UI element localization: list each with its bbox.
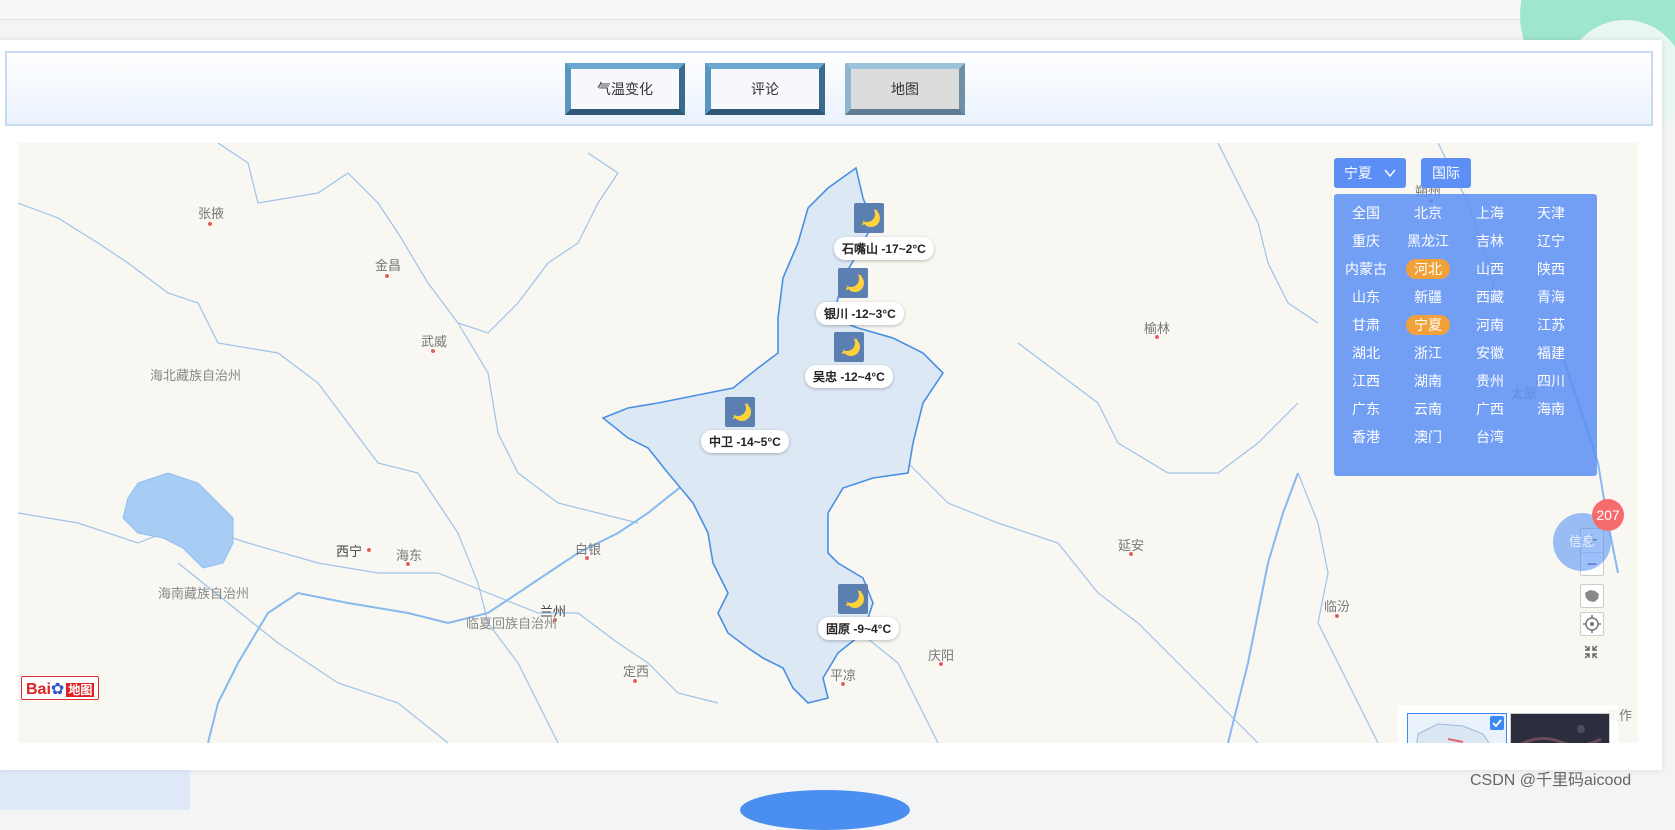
city-label: 临汾	[1324, 599, 1351, 614]
province-option[interactable]: 福建	[1529, 343, 1573, 363]
province-option[interactable]: 北京	[1406, 203, 1450, 223]
city-label: 张掖	[198, 206, 225, 221]
international-button[interactable]: 国际	[1421, 158, 1471, 188]
city-label: 延安	[1118, 538, 1145, 553]
province-option[interactable]: 安徽	[1468, 343, 1512, 363]
city-label: 金昌	[375, 258, 402, 273]
china-map-icon[interactable]	[1580, 584, 1604, 608]
province-option[interactable]: 山西	[1468, 259, 1512, 279]
province-option[interactable]: 黑龙江	[1406, 231, 1450, 251]
province-dropdown-panel: 全国 北京 上海 天津重庆 黑龙江 吉林 辽宁内蒙古 河北 山西 陕西山东 新疆 西藏 青海甘肃 宁夏 河南…	[1334, 194, 1597, 476]
notification-badge: 207	[1592, 499, 1624, 531]
tab-map[interactable]: 地图	[845, 63, 965, 115]
weather-label-shizuishan: 石嘴山 -17~2°C	[834, 237, 934, 260]
province-option[interactable]: 香港	[1344, 427, 1388, 447]
weather-label-guyuan: 固原 -9~4°C	[818, 617, 900, 640]
city-label: 海东	[396, 548, 423, 563]
qinghai-lake	[122, 472, 234, 569]
province-option[interactable]: 河北	[1406, 259, 1450, 279]
province-option[interactable]: 澳门	[1406, 427, 1450, 447]
province-option[interactable]: 甘肃	[1344, 315, 1388, 335]
locate-icon[interactable]	[1580, 612, 1604, 636]
baidu-map-logo: Bai✿ 地图	[21, 676, 100, 700]
province-option[interactable]: 云南	[1406, 399, 1450, 419]
tab-comments[interactable]: 评论	[705, 63, 825, 115]
province-select[interactable]: 宁夏	[1334, 158, 1406, 188]
province-option[interactable]: 陕西	[1529, 259, 1573, 279]
weather-night-icon[interactable]	[838, 268, 868, 298]
city-label: 平凉	[830, 668, 857, 683]
region-label: 海南藏族自治州	[158, 586, 250, 601]
province-option[interactable]: 吉林	[1468, 231, 1512, 251]
weather-night-icon[interactable]	[854, 203, 884, 233]
province-option[interactable]: 天津	[1529, 203, 1573, 223]
check-icon	[1490, 716, 1504, 730]
province-option[interactable]: 河南	[1468, 315, 1512, 335]
province-option[interactable]: 浙江	[1406, 343, 1450, 363]
province-option[interactable]: 青海	[1529, 287, 1573, 307]
region-label: 海北藏族自治州	[150, 368, 242, 383]
fullscreen-exit-icon[interactable]	[1580, 641, 1604, 665]
province-option[interactable]: 辽宁	[1529, 231, 1573, 251]
nav-bar: 气温变化 评论 地图	[5, 51, 1653, 126]
paw-icon: ✿	[50, 681, 65, 698]
province-option[interactable]: 四川	[1529, 371, 1573, 391]
province-option[interactable]: 台湾	[1468, 427, 1512, 447]
province-option[interactable]: 宁夏	[1406, 315, 1450, 335]
weather-label-zhongwei: 中卫 -14~5°C	[701, 430, 789, 453]
province-option[interactable]: 山东	[1344, 287, 1388, 307]
province-option[interactable]: 江苏	[1529, 315, 1573, 335]
province-option[interactable]: 湖南	[1406, 371, 1450, 391]
main-panel: 气温变化 评论 地图 张掖 金昌 武威 西宁 海东 白银 兰州 定西 平凉 庆阳…	[0, 40, 1662, 770]
province-option[interactable]: 西藏	[1468, 287, 1512, 307]
tab-temperature-change[interactable]: 气温变化	[565, 63, 685, 115]
logo-brand: Bai	[26, 681, 51, 698]
decorative-circle	[740, 790, 910, 830]
city-dot	[366, 547, 372, 553]
browser-top-bar	[0, 0, 1675, 20]
city-label: 武威	[421, 334, 448, 349]
province-option[interactable]: 全国	[1344, 203, 1388, 223]
province-option[interactable]: 上海	[1468, 203, 1512, 223]
province-option[interactable]: 广东	[1344, 399, 1388, 419]
region-label: 临夏回族自治州	[466, 616, 558, 631]
province-option[interactable]: 贵州	[1468, 371, 1512, 391]
weather-label-yinchuan: 银川 -12~3°C	[816, 302, 904, 325]
city-label: 定西	[623, 664, 650, 679]
map-type-normal[interactable]: 地图	[1407, 713, 1507, 743]
city-label: 庆阳	[928, 648, 955, 663]
province-option[interactable]: 重庆	[1344, 231, 1388, 251]
province-option[interactable]: 湖北	[1344, 343, 1388, 363]
city-label: 西宁	[336, 544, 363, 559]
province-option[interactable]: 海南	[1529, 399, 1573, 419]
province-select-label: 宁夏	[1344, 165, 1372, 181]
province-option[interactable]: 内蒙古	[1344, 259, 1388, 279]
weather-label-wuzhong: 吴忠 -12~4°C	[805, 365, 893, 388]
weather-night-icon[interactable]	[834, 332, 864, 362]
map-view[interactable]: 张掖 金昌 武威 西宁 海东 白银 兰州 定西 平凉 庆阳 延安 榆林 临汾 朔…	[18, 143, 1638, 743]
map-type-satellite[interactable]: 卫星	[1510, 713, 1610, 743]
city-label: 白银	[575, 542, 602, 557]
watermark: CSDN @千里码aicood	[1470, 772, 1632, 789]
weather-night-icon[interactable]	[725, 397, 755, 427]
province-option[interactable]: 新疆	[1406, 287, 1450, 307]
weather-night-icon[interactable]	[838, 584, 868, 614]
chevron-down-icon	[1384, 169, 1396, 178]
satellite-thumbnail	[1511, 714, 1609, 743]
decorative-strip	[0, 770, 190, 810]
province-option[interactable]: 广西	[1468, 399, 1512, 419]
city-label: 榆林	[1144, 321, 1171, 336]
logo-suffix: 地图	[66, 683, 95, 697]
province-option[interactable]: 江西	[1344, 371, 1388, 391]
